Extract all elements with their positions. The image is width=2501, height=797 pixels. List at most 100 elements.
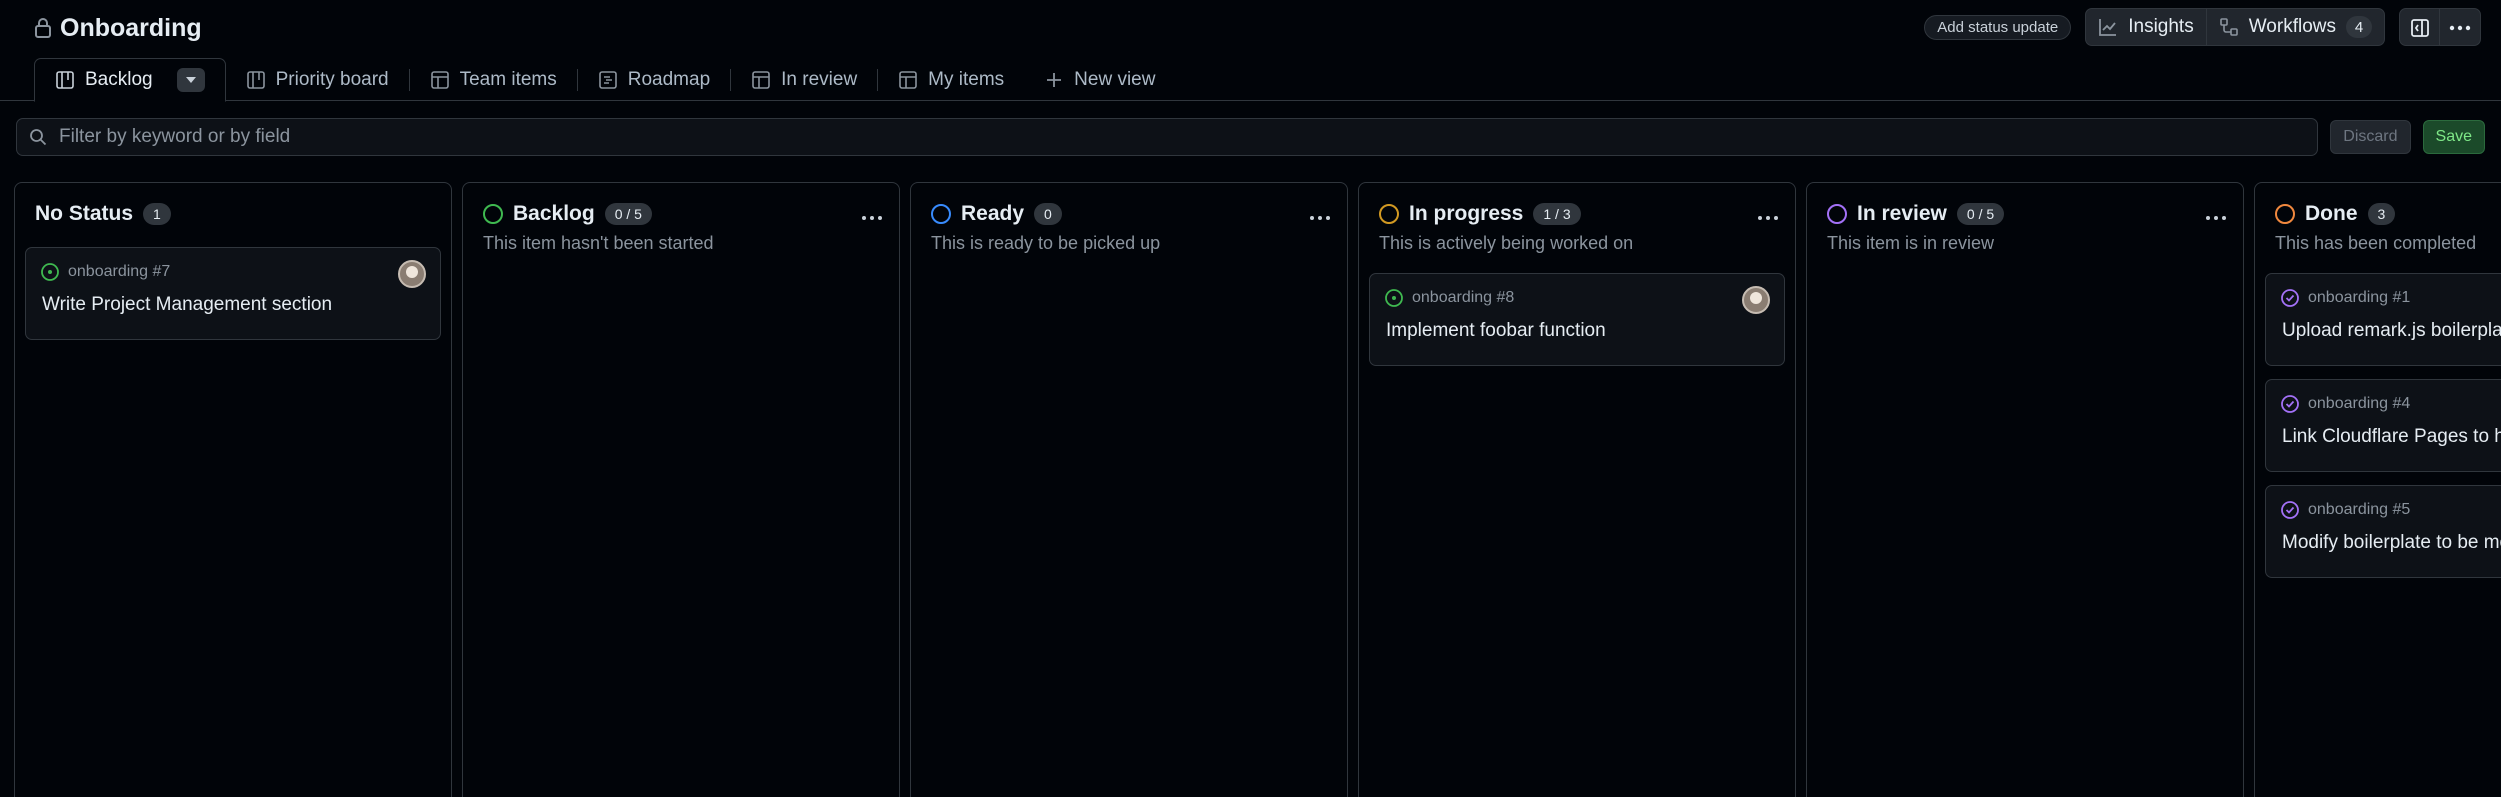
plus-icon [1047,72,1062,87]
project-header: Onboarding Add status update Insights Wo… [0,0,2501,102]
column-count: 0 / 5 [1956,203,2005,225]
issue-closed-icon [2281,289,2299,307]
column-description: This is actively being worked on [1379,233,1634,253]
kebab-horizontal-icon [1310,216,1330,220]
tab-roadmap-label: Roadmap [627,68,711,90]
board-icon [56,71,74,89]
workflows-button[interactable]: Workflows 4 [2207,9,2384,45]
column-header: No Status 1 [35,199,435,229]
column-title: Ready [961,202,1025,225]
save-button[interactable]: Save [2422,120,2485,154]
title-row: Onboarding [34,10,202,46]
project-app: Onboarding Add status update Insights Wo… [0,0,2501,797]
tab-in-review[interactable]: In review [731,58,877,101]
table-icon [430,70,449,89]
board-icon [246,70,265,89]
column-in-progress: In progress 1 / 3 This is actively being… [1358,182,1796,797]
card-issue-ref: onboarding #7 [68,263,171,280]
card-issue-ref: onboarding #5 [2308,501,2411,518]
table-icon [899,70,917,89]
item-card[interactable]: onboarding #5 Modify boilerplate to be m… [2265,485,2501,578]
more-options-button[interactable] [2440,9,2480,45]
column-header: Backlog 0 / 5 [483,199,883,229]
issue-closed-icon [2281,501,2299,519]
card-title[interactable]: Write Project Management section [42,294,332,316]
kebab-horizontal-icon [1758,216,1778,220]
column-in-review: In review 0 / 5 This item is in review [1806,182,2244,797]
item-card[interactable]: onboarding #7 Write Project Management s… [25,247,441,340]
tab-team-items-label: Team items [459,68,557,90]
workflows-count: 4 [2346,16,2372,38]
filter-row: Discard Save [16,118,2485,156]
add-status-update-button[interactable]: Add status update [1924,14,2072,40]
toggle-sidepanel-button[interactable] [2400,9,2440,45]
kebab-horizontal-icon [862,216,882,220]
issue-opened-icon [41,263,59,281]
column-header: In review 0 / 5 [1827,199,2227,229]
column-backlog: Backlog 0 / 5 This item hasn't been star… [462,182,900,797]
column-header: Done 3 [2275,199,2501,229]
triangle-down-icon [185,77,196,83]
filter-box [16,118,2319,156]
column-menu-button[interactable] [1757,203,1779,225]
column-count: 1 [143,203,171,225]
layout-menu-group [2399,8,2481,46]
item-card[interactable]: onboarding #1 Upload remark.js boilerpla… [2265,273,2501,366]
column-description: This is ready to be picked up [931,233,1161,253]
board: No Status 1 onboarding #7 Write Project … [14,182,2501,797]
column-count: 0 [1034,203,1062,225]
tab-roadmap[interactable]: Roadmap [578,58,730,101]
column-title: In progress [1409,202,1524,225]
column-count: 1 / 3 [1533,203,1581,225]
column-menu-button[interactable] [2205,203,2227,225]
sidebar-expand-icon [2410,19,2429,37]
column-description: This item hasn't been started [483,233,714,253]
status-circle-icon [483,204,503,224]
column-done: Done 3 This has been completed onboardin… [2254,182,2501,797]
card-title[interactable]: Link Cloudflare Pages to host [2282,426,2501,448]
insights-label: Insights [2128,16,2194,37]
view-tabs: Backlog Priority board Team items Roadma… [34,58,1175,102]
column-ready: Ready 0 This is ready to be picked up [910,182,1348,797]
tab-options-button[interactable] [176,68,205,92]
column-menu-button[interactable] [1309,203,1331,225]
tab-backlog-label: Backlog [85,69,153,90]
graph-icon [2099,19,2117,36]
tab-my-items[interactable]: My items [878,58,1024,101]
column-no-status: No Status 1 onboarding #7 Write Project … [14,182,452,797]
tab-priority-board-label: Priority board [275,68,389,90]
item-card[interactable]: onboarding #4 Link Cloudflare Pages to h… [2265,379,2501,472]
status-circle-icon [1827,204,1847,224]
lock-icon [34,17,52,39]
card-meta: onboarding #4 [2280,394,2410,414]
tab-new-view-label: New view [1074,68,1156,90]
issue-closed-icon [2281,395,2299,413]
column-description: This item is in review [1827,233,1995,253]
tab-backlog[interactable]: Backlog [34,58,226,102]
tab-team-items[interactable]: Team items [410,58,577,101]
issue-opened-icon [1385,289,1403,307]
avatar[interactable] [398,260,426,288]
insights-button[interactable]: Insights [2086,9,2207,45]
discard-button[interactable]: Discard [2330,120,2411,154]
card-title[interactable]: Implement foobar function [1386,320,1606,342]
tab-in-review-label: In review [781,68,858,90]
filter-input[interactable] [59,126,2318,148]
tab-priority-board[interactable]: Priority board [226,58,409,101]
roadmap-icon [598,70,617,89]
item-card[interactable]: onboarding #8 Implement foobar function [1369,273,1785,366]
workflow-icon [2219,18,2238,36]
column-title: No Status [35,202,134,225]
column-title: In review [1857,202,1947,225]
card-issue-ref: onboarding #8 [1412,289,1515,306]
tab-my-items-label: My items [928,68,1005,90]
column-description: This has been completed [2275,233,2477,253]
workflows-label: Workflows [2248,16,2336,37]
column-menu-button[interactable] [861,203,883,225]
card-title[interactable]: Modify boilerplate to be more [2282,532,2501,554]
card-issue-ref: onboarding #4 [2308,395,2411,412]
tab-new-view[interactable]: New view [1024,58,1175,101]
card-title[interactable]: Upload remark.js boilerplate [2282,320,2501,342]
avatar[interactable] [1742,286,1770,314]
kebab-horizontal-icon [2206,216,2226,220]
